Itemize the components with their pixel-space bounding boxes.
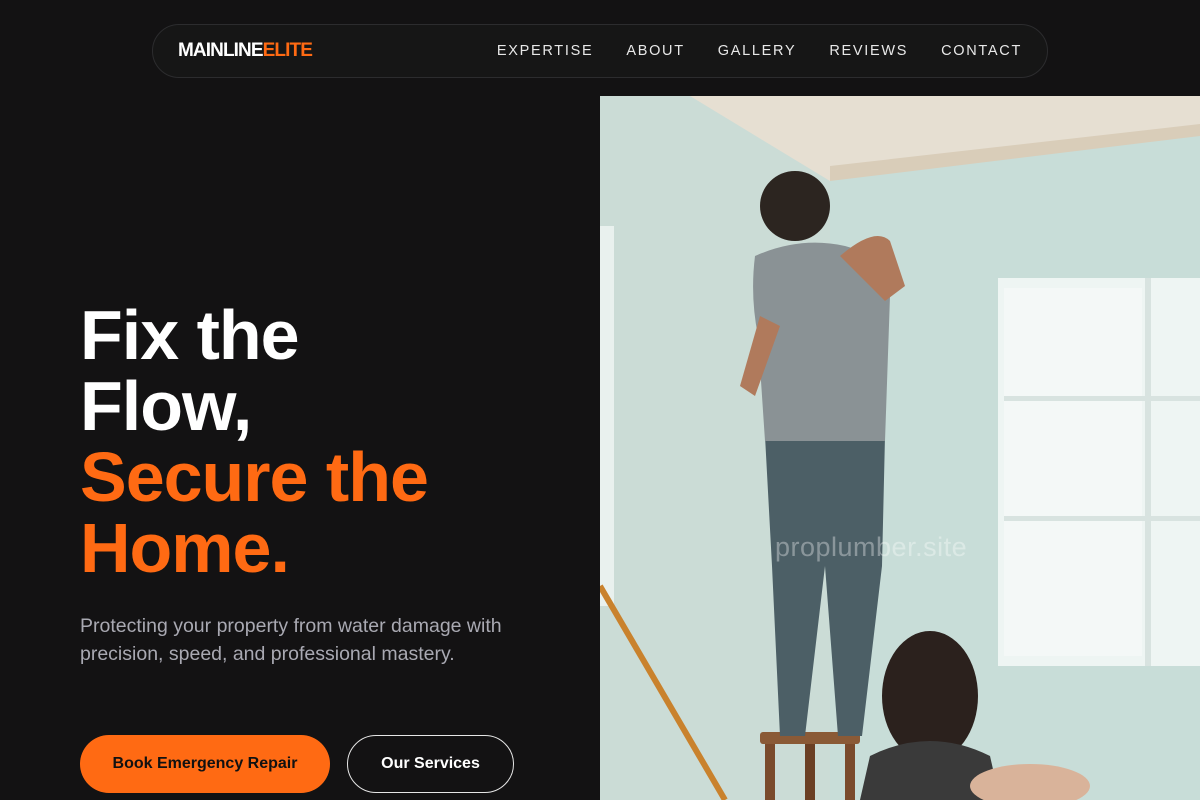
hero-buttons: Book Emergency Repair Our Services: [80, 735, 514, 793]
top-navbar: MAINLINEELITE EXPERTISE ABOUT GALLERY RE…: [152, 24, 1048, 78]
hero-photo: [600, 96, 1200, 800]
image-watermark: proplumber.site: [775, 532, 968, 562]
headline-line-4: Home.: [80, 509, 290, 587]
headline-line-3: Secure the: [80, 438, 429, 516]
painter-scene-illustration: [600, 96, 1200, 800]
our-services-button[interactable]: Our Services: [347, 735, 514, 793]
hero-headline: Fix the Flow, Secure the Home.: [80, 300, 580, 584]
book-emergency-repair-button[interactable]: Book Emergency Repair: [80, 735, 330, 793]
headline-line-1: Fix the: [80, 296, 300, 374]
nav-link-gallery[interactable]: GALLERY: [718, 43, 797, 59]
nav-link-about[interactable]: ABOUT: [626, 43, 684, 59]
brand-logo[interactable]: MAINLINEELITE: [178, 40, 313, 62]
nav-menu: EXPERTISE ABOUT GALLERY REVIEWS CONTACT: [464, 43, 1022, 59]
brand-name-main: MAINLINE: [178, 40, 264, 61]
nav-link-contact[interactable]: CONTACT: [941, 43, 1022, 59]
hero-subtitle: Protecting your property from water dama…: [80, 615, 502, 665]
nav-link-expertise[interactable]: EXPERTISE: [497, 43, 593, 59]
nav-link-reviews[interactable]: REVIEWS: [829, 43, 908, 59]
headline-line-2: Flow,: [80, 367, 252, 445]
hero-section: Fix the Flow, Secure the Home. Protectin…: [80, 300, 580, 668]
brand-name-accent: ELITE: [262, 40, 313, 61]
